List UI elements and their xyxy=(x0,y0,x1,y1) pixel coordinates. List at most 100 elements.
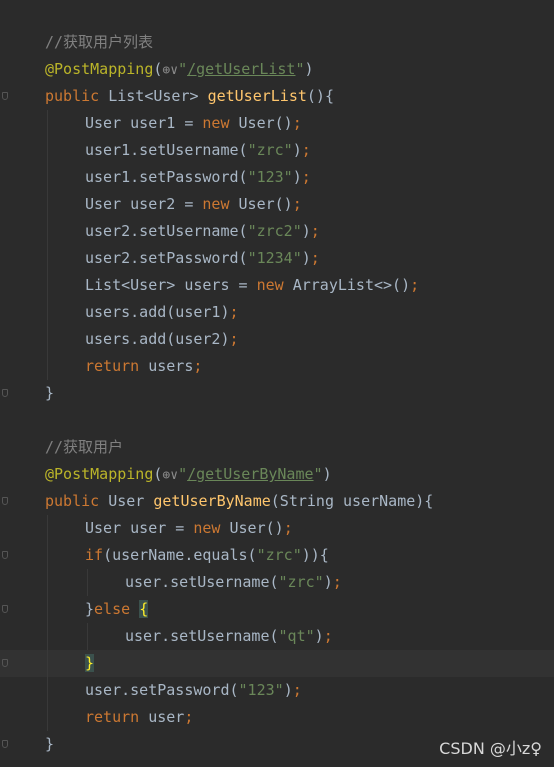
code-token: ) xyxy=(283,681,293,699)
code-line[interactable]: return users; xyxy=(0,353,554,380)
code-text: } xyxy=(85,650,95,677)
code-text: @PostMapping(⊕∨"/getUserList") xyxy=(45,56,314,84)
code-text: //获取用户列表 xyxy=(45,29,153,56)
fold-marker-icon[interactable] xyxy=(2,389,8,397)
code-token: ; xyxy=(332,573,342,591)
code-token: ; xyxy=(310,249,320,267)
code-token: User() xyxy=(238,195,293,213)
code-line[interactable]: users.add(user1); xyxy=(0,299,554,326)
code-line[interactable]: User user2 = new User(); xyxy=(0,191,554,218)
fold-marker-icon[interactable] xyxy=(2,92,8,100)
code-token: public xyxy=(45,492,109,510)
code-token: ; xyxy=(229,303,239,321)
code-token: ; xyxy=(323,627,333,645)
code-text: }else { xyxy=(85,596,149,623)
code-text: if(userName.equals("zrc")){ xyxy=(85,542,329,569)
code-token: " xyxy=(313,465,323,483)
code-token: User user2 = xyxy=(85,195,203,213)
code-token: } xyxy=(85,654,95,672)
fold-marker-icon[interactable] xyxy=(2,497,8,505)
code-line[interactable]: //获取用户 xyxy=(0,434,554,461)
code-line[interactable]: users.add(user2); xyxy=(0,326,554,353)
code-token: "123" xyxy=(247,168,293,186)
fold-marker-icon[interactable] xyxy=(2,659,8,667)
code-token: " xyxy=(178,60,188,78)
code-text: public List<User> getUserList(){ xyxy=(45,83,334,110)
code-token: users.add(user1) xyxy=(85,303,230,321)
code-token: user2.setPassword( xyxy=(85,249,248,267)
code-text: users.add(user2); xyxy=(85,326,239,353)
code-token: ) xyxy=(301,222,311,240)
code-line[interactable]: User user = new User(); xyxy=(0,515,554,542)
indent-guide xyxy=(47,650,48,677)
code-text: user.setUsername("qt"); xyxy=(125,623,333,650)
globe-endpoint-icon[interactable]: ⊕∨ xyxy=(162,468,178,483)
code-token: ; xyxy=(283,519,293,537)
code-token: user.setUsername( xyxy=(125,573,279,591)
globe-endpoint-icon[interactable]: ⊕∨ xyxy=(162,63,178,78)
code-token: ) xyxy=(322,465,332,483)
code-token: (){ xyxy=(306,87,334,105)
code-token: ; xyxy=(310,222,320,240)
code-line[interactable]: }else { xyxy=(0,596,554,623)
fold-marker-icon[interactable] xyxy=(2,551,8,559)
code-line[interactable]: public User getUserByName(String userNam… xyxy=(0,488,554,515)
indent-guide xyxy=(87,569,88,596)
code-line[interactable]: @PostMapping(⊕∨"/getUserByName") xyxy=(0,461,554,488)
code-token: ) xyxy=(314,627,324,645)
code-token: ; xyxy=(410,276,420,294)
code-token: new xyxy=(202,114,239,132)
endpoint-link[interactable]: /getUserList xyxy=(187,60,295,78)
code-line[interactable]: } xyxy=(0,380,554,407)
indent-guide xyxy=(47,110,48,137)
code-token: User() xyxy=(229,519,284,537)
code-line[interactable]: List<User> users = new ArrayList<>(); xyxy=(0,272,554,299)
code-line[interactable]: } xyxy=(0,650,554,677)
code-text: //获取用户 xyxy=(45,434,123,461)
indent-guide xyxy=(87,623,88,650)
code-token: ; xyxy=(292,681,302,699)
code-token: @PostMapping xyxy=(45,60,154,78)
code-text: return user; xyxy=(85,704,193,731)
code-token: if xyxy=(85,546,104,564)
indent-guide xyxy=(47,704,48,731)
endpoint-link[interactable]: /getUserByName xyxy=(187,465,313,483)
code-token: "qt" xyxy=(278,627,315,645)
code-line[interactable]: user.setPassword("123"); xyxy=(0,677,554,704)
indent-guide xyxy=(47,353,48,380)
code-line[interactable]: if(userName.equals("zrc")){ xyxy=(0,542,554,569)
code-token: @PostMapping xyxy=(45,465,154,483)
code-token: "zrc" xyxy=(256,546,302,564)
code-line[interactable]: user1.setPassword("123"); xyxy=(0,164,554,191)
fold-marker-icon[interactable] xyxy=(2,740,8,748)
code-line[interactable]: user1.setUsername("zrc"); xyxy=(0,137,554,164)
code-token: ; xyxy=(184,708,194,726)
code-token: } xyxy=(85,600,95,618)
code-token: (userName.equals( xyxy=(103,546,257,564)
code-token: user1.setUsername( xyxy=(85,141,248,159)
code-line[interactable]: return user; xyxy=(0,704,554,731)
code-line[interactable]: user2.setPassword("1234"); xyxy=(0,245,554,272)
code-token: user1.setPassword( xyxy=(85,168,248,186)
code-text: User user1 = new User(); xyxy=(85,110,302,137)
code-token: (String userName){ xyxy=(270,492,434,510)
code-token: } xyxy=(45,735,55,753)
code-editor[interactable]: //获取用户列表 @PostMapping(⊕∨"/getUserList") pu… xyxy=(0,0,554,767)
code-line[interactable]: //获取用户列表 xyxy=(0,29,554,56)
indent-guide xyxy=(47,272,48,299)
code-line[interactable]: user.setUsername("zrc"); xyxy=(0,569,554,596)
code-line[interactable]: user.setUsername("qt"); xyxy=(0,623,554,650)
fold-marker-icon[interactable] xyxy=(2,605,8,613)
code-line[interactable]: user2.setUsername("zrc2"); xyxy=(0,218,554,245)
code-token: ) xyxy=(301,249,311,267)
indent-guide xyxy=(47,596,48,623)
code-text: @PostMapping(⊕∨"/getUserByName") xyxy=(45,461,332,489)
code-line[interactable]: @PostMapping(⊕∨"/getUserList") xyxy=(0,56,554,83)
code-text: user.setPassword("123"); xyxy=(85,677,302,704)
code-line[interactable] xyxy=(0,407,554,434)
code-line[interactable]: User user1 = new User(); xyxy=(0,110,554,137)
code-text: public User getUserByName(String userNam… xyxy=(45,488,433,515)
indent-guide xyxy=(47,164,48,191)
indent-guide xyxy=(47,569,48,596)
code-line[interactable]: public List<User> getUserList(){ xyxy=(0,83,554,110)
